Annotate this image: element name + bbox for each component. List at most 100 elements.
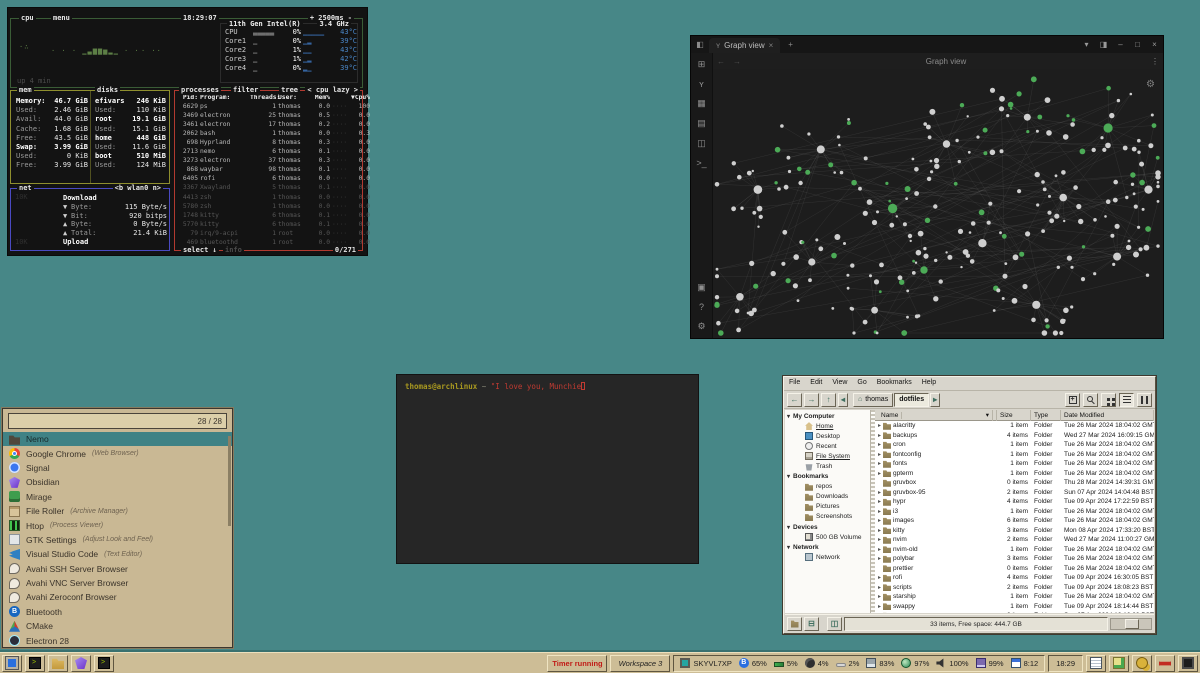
expander-icon[interactable] (878, 470, 881, 477)
side-pane-tree-button[interactable]: ⊟ (804, 617, 819, 631)
expander-icon[interactable] (878, 432, 881, 439)
daily-note-icon[interactable]: ▤ (697, 118, 706, 129)
table-row[interactable]: nvim-old 1 item Folder Tue 26 Mar 2024 1… (875, 545, 1154, 555)
table-row[interactable]: gruvbox-95 2 items Folder Sun 07 Apr 202… (875, 488, 1154, 498)
taskbar-app-button[interactable] (25, 655, 45, 672)
tray-item[interactable]: SKYVL7XP (680, 658, 731, 668)
expander-icon[interactable] (878, 479, 881, 486)
tray-item[interactable]: 8:12 (1011, 658, 1039, 668)
tab-close-icon[interactable]: × (769, 41, 774, 50)
sidebar-item[interactable]: ▾ Screenshots (785, 512, 870, 522)
net-box-label[interactable]: net (17, 184, 34, 193)
menu-item[interactable]: Nemo (3, 432, 232, 446)
process-row[interactable]: 79 irq/9-acpi 1 root 0.0 ···· 0.0 (175, 229, 362, 238)
tray-item[interactable]: 4% (805, 658, 829, 668)
sidebar-item[interactable]: ▾ Desktop (785, 431, 870, 441)
right-sidebar-toggle-icon[interactable]: ◨ (1095, 40, 1112, 49)
filter-button[interactable]: filter (231, 86, 260, 95)
expander-icon[interactable]: ▾ (787, 544, 790, 551)
scrollbar-thumb[interactable] (1125, 619, 1139, 629)
horizontal-scrollbar[interactable] (1110, 618, 1152, 630)
sidebar-item[interactable]: ▾ My Computer (785, 411, 870, 421)
process-row[interactable]: 5770 kitty 6 thomas 0.1 ···· 0.0 (175, 220, 362, 229)
column-name[interactable]: Name ▾ (875, 410, 997, 421)
clipboard-icon[interactable]: ◫ (697, 138, 706, 149)
btop-window[interactable]: cpu menu 18:29:07 + 2500ms - ·∴ · · · ▁▃… (8, 8, 367, 255)
taskbar-tool-button[interactable] (1155, 655, 1175, 672)
menu-item[interactable]: Bluetooth (3, 605, 232, 619)
expander-icon[interactable] (878, 612, 881, 613)
menu-item[interactable]: Help (922, 379, 936, 388)
column-type[interactable]: Type (1031, 410, 1061, 421)
expander-icon[interactable] (878, 422, 881, 429)
process-row[interactable]: 3273 electron 37 thomas 0.3 ···· 0.0 (175, 156, 362, 165)
menu-item[interactable]: Bookmarks (877, 379, 912, 388)
sort-mode[interactable]: < cpu lazy > (305, 86, 360, 95)
tray-item[interactable]: 5% (774, 659, 798, 668)
menu-item[interactable]: Signal (3, 461, 232, 475)
new-tab-button[interactable]: + (780, 40, 801, 49)
expander-icon[interactable] (878, 489, 881, 496)
dual-pane-button[interactable] (1137, 393, 1152, 407)
clock[interactable]: 18:29 (1048, 655, 1083, 672)
process-row[interactable]: 6629 ps 1 thomas 0.0 ···· 100 (175, 102, 362, 111)
menu-item[interactable]: Visual Studio Code (Text Editor) (3, 547, 232, 561)
process-row[interactable]: 2713 nemo 6 thomas 0.1 ···· 0.0 (175, 147, 362, 156)
table-row[interactable]: swappy 1 item Folder Tue 09 Apr 2024 18:… (875, 602, 1154, 612)
info-hint[interactable]: info (223, 246, 244, 255)
sidebar-item[interactable]: ▾ Recent (785, 441, 870, 451)
expander-icon[interactable] (878, 508, 881, 515)
sidebar-item[interactable]: ▾ Network (785, 552, 870, 562)
terminal-icon[interactable]: >_ (696, 158, 706, 168)
expander-icon[interactable] (878, 565, 881, 572)
icon-view-button[interactable] (1101, 393, 1116, 407)
process-row[interactable]: 5780 zsh 1 thomas 0.0 ···· 0.0 (175, 202, 362, 211)
expander-icon[interactable] (878, 555, 881, 562)
cpu-box-label[interactable]: cpu (19, 14, 36, 23)
close-button[interactable]: × (1146, 40, 1163, 49)
menu-button[interactable]: menu (51, 14, 72, 23)
app-launcher[interactable]: 28 / 28 Nemo Google Chrome (Web Browser)… (2, 408, 233, 648)
expander-icon[interactable] (878, 584, 881, 591)
table-row[interactable]: alacritty 1 item Folder Tue 26 Mar 2024 … (875, 421, 1154, 431)
process-row[interactable]: 4413 zsh 1 thomas 0.0 ···· 0.0 (175, 193, 362, 202)
maximize-button[interactable]: □ (1129, 40, 1146, 49)
menu-item[interactable]: File Roller (Archive Manager) (3, 504, 232, 518)
more-options-icon[interactable]: ⋮ (1147, 57, 1163, 66)
tray-item[interactable]: 83% (866, 658, 894, 668)
process-row[interactable]: 3461 electron 17 thomas 0.2 ···· 0.0 (175, 120, 362, 129)
mem-box-label[interactable]: mem (17, 86, 34, 95)
sidebar-item[interactable]: ▾ Bookmarks (785, 472, 870, 482)
table-row[interactable]: gpterm 1 item Folder Tue 26 Mar 2024 18:… (875, 469, 1154, 479)
menu-item[interactable]: Mirage (3, 490, 232, 504)
table-row[interactable]: kitty 3 items Folder Mon 08 Apr 2024 17:… (875, 526, 1154, 536)
expander-icon[interactable] (878, 574, 881, 581)
settings-icon[interactable]: ⚙ (697, 321, 705, 332)
path-scroll-left-button[interactable]: ◂ (838, 393, 848, 407)
forward-icon[interactable]: → (729, 57, 745, 66)
menu-item[interactable]: Avahi VNC Server Browser (3, 576, 232, 590)
side-pane-places-button[interactable] (787, 617, 802, 631)
tab-list-icon[interactable]: ▾ (1078, 40, 1095, 49)
minimize-button[interactable]: – (1112, 40, 1129, 49)
list-view-button[interactable] (1119, 393, 1134, 407)
vault-icon[interactable]: ▣ (697, 282, 706, 293)
sidebar-item[interactable]: ▾ 500 GB Volume (785, 532, 870, 542)
sidebar-item[interactable]: ▾ Downloads (785, 492, 870, 502)
expander-icon[interactable] (878, 593, 881, 600)
table-row[interactable]: nvim 2 items Folder Wed 27 Mar 2024 11:0… (875, 535, 1154, 545)
expander-icon[interactable] (878, 536, 881, 543)
expander-icon[interactable] (878, 460, 881, 467)
back-button[interactable]: ← (787, 393, 802, 407)
column-date[interactable]: Date Modified (1061, 410, 1154, 421)
sidebar-item[interactable]: ▾ Home (785, 421, 870, 431)
expander-icon[interactable] (878, 546, 881, 553)
workspace-indicator[interactable]: Workspace 3 (610, 655, 670, 672)
table-row[interactable]: i3 1 item Folder Tue 26 Mar 2024 18:04:0… (875, 507, 1154, 517)
net-interface[interactable]: <b wlan0 n> (113, 184, 163, 193)
forward-button[interactable]: → (804, 393, 819, 407)
expander-icon[interactable] (878, 441, 881, 448)
obsidian-window[interactable]: ◧ ʏ Graph view × + ▾ ◨ – □ × ⊞ʏ▦▤◫>_ ▣?⚙ (691, 36, 1163, 338)
sidebar-item[interactable]: ▾ Network (785, 542, 870, 552)
process-row[interactable]: 1748 kitty 6 thomas 0.1 ···· 0.0 (175, 211, 362, 220)
